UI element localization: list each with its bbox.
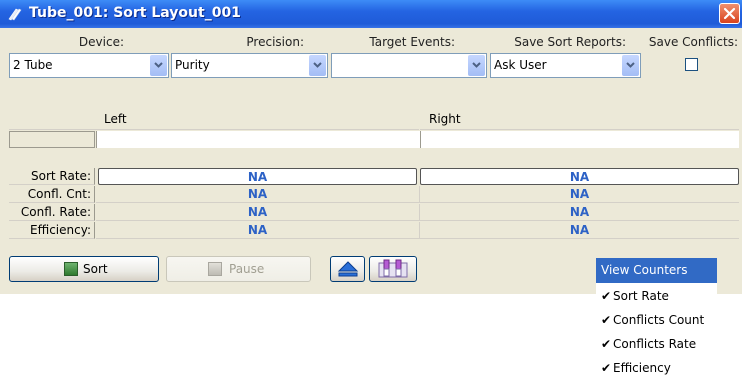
- target-events-select[interactable]: [331, 53, 487, 78]
- close-button[interactable]: [719, 3, 740, 24]
- check-icon: ✔: [601, 313, 612, 327]
- efficiency-left-value[interactable]: NA: [96, 222, 420, 239]
- check-icon: ✔: [601, 361, 612, 375]
- left-header-label: Left: [104, 112, 127, 126]
- left-column-header: Left: [9, 110, 419, 130]
- pause-button-label: Pause: [229, 262, 265, 276]
- sort-rate-left-value[interactable]: NA: [98, 168, 417, 185]
- eject-button[interactable]: [330, 256, 365, 282]
- confl-rate-left-value[interactable]: NA: [96, 204, 420, 221]
- sort-layout-window: Tube_001: Sort Layout_001 Device: Precis…: [0, 0, 742, 294]
- chevron-down-icon[interactable]: [622, 55, 639, 76]
- precision-select[interactable]: Purity: [171, 53, 328, 78]
- precision-select-value: Purity: [175, 58, 210, 72]
- title-bar[interactable]: Tube_001: Sort Layout_001: [0, 0, 742, 28]
- sort-rate-right-value[interactable]: NA: [420, 168, 739, 185]
- target-events-label: Target Events:: [369, 35, 455, 49]
- row-label-efficiency: Efficiency:: [9, 222, 95, 239]
- device-label: Device:: [78, 35, 124, 49]
- window-title: Tube_001: Sort Layout_001: [29, 5, 241, 21]
- save-sort-reports-select[interactable]: Ask User: [490, 53, 641, 78]
- confl-cnt-right-value[interactable]: NA: [420, 186, 739, 203]
- layout-icon: [8, 8, 22, 21]
- eject-icon: [337, 261, 359, 277]
- blank-left-cell[interactable]: [96, 131, 420, 148]
- tube-holder-icon: [378, 259, 408, 278]
- menu-item-conflicts-count[interactable]: ✔ Conflicts Count: [596, 309, 717, 332]
- chevron-down-icon[interactable]: [150, 55, 167, 76]
- save-conflicts-checkbox[interactable]: [685, 58, 698, 71]
- menu-item-label: Sort Rate: [613, 289, 669, 303]
- confl-rate-right-value[interactable]: NA: [420, 204, 739, 221]
- tube-holder-button[interactable]: [369, 256, 417, 282]
- device-select[interactable]: 2 Tube: [9, 53, 169, 78]
- sort-icon: [64, 262, 78, 276]
- sort-button[interactable]: Sort: [9, 256, 159, 282]
- pause-icon: [208, 262, 222, 276]
- row-label-sort-rate: Sort Rate:: [9, 168, 95, 185]
- device-select-value: 2 Tube: [13, 58, 53, 72]
- right-header-label: Right: [429, 112, 461, 126]
- menu-item-label: Conflicts Rate: [613, 337, 697, 351]
- menu-item-efficiency[interactable]: ✔ Efficiency: [596, 357, 717, 380]
- view-counters-menu: ✔ Sort Rate ✔ Conflicts Count ✔ Conflict…: [596, 283, 717, 380]
- sort-button-label: Sort: [83, 262, 108, 276]
- chevron-down-icon[interactable]: [309, 55, 326, 76]
- close-icon: [723, 7, 736, 20]
- row-label-confl-rate: Confl. Rate:: [9, 204, 95, 221]
- view-counters-menu-title[interactable]: View Counters: [596, 258, 717, 283]
- chevron-down-icon[interactable]: [468, 55, 485, 76]
- precision-label: Precision:: [246, 35, 304, 49]
- menu-item-sort-rate[interactable]: ✔ Sort Rate: [596, 285, 717, 308]
- efficiency-right-value[interactable]: NA: [420, 222, 739, 239]
- save-sort-reports-select-value: Ask User: [494, 58, 547, 72]
- save-conflicts-label: Save Conflicts:: [648, 35, 738, 49]
- pause-button[interactable]: Pause: [166, 256, 311, 282]
- row-label-confl-cnt: Confl. Cnt:: [9, 186, 95, 203]
- right-column-header: Right: [420, 110, 739, 130]
- check-icon: ✔: [601, 289, 612, 303]
- save-sort-reports-label: Save Sort Reports:: [514, 35, 626, 49]
- menu-item-label: Conflicts Count: [613, 313, 705, 327]
- blank-row-header: [9, 131, 95, 148]
- confl-cnt-left-value[interactable]: NA: [96, 186, 420, 203]
- menu-item-label: Efficiency: [613, 361, 671, 375]
- sort-counters-grid: Left Right Sort Rate: NA NA Confl. Cnt: …: [9, 110, 739, 250]
- blank-right-cell[interactable]: [420, 131, 739, 148]
- menu-item-conflicts-rate[interactable]: ✔ Conflicts Rate: [596, 333, 717, 356]
- check-icon: ✔: [601, 337, 612, 351]
